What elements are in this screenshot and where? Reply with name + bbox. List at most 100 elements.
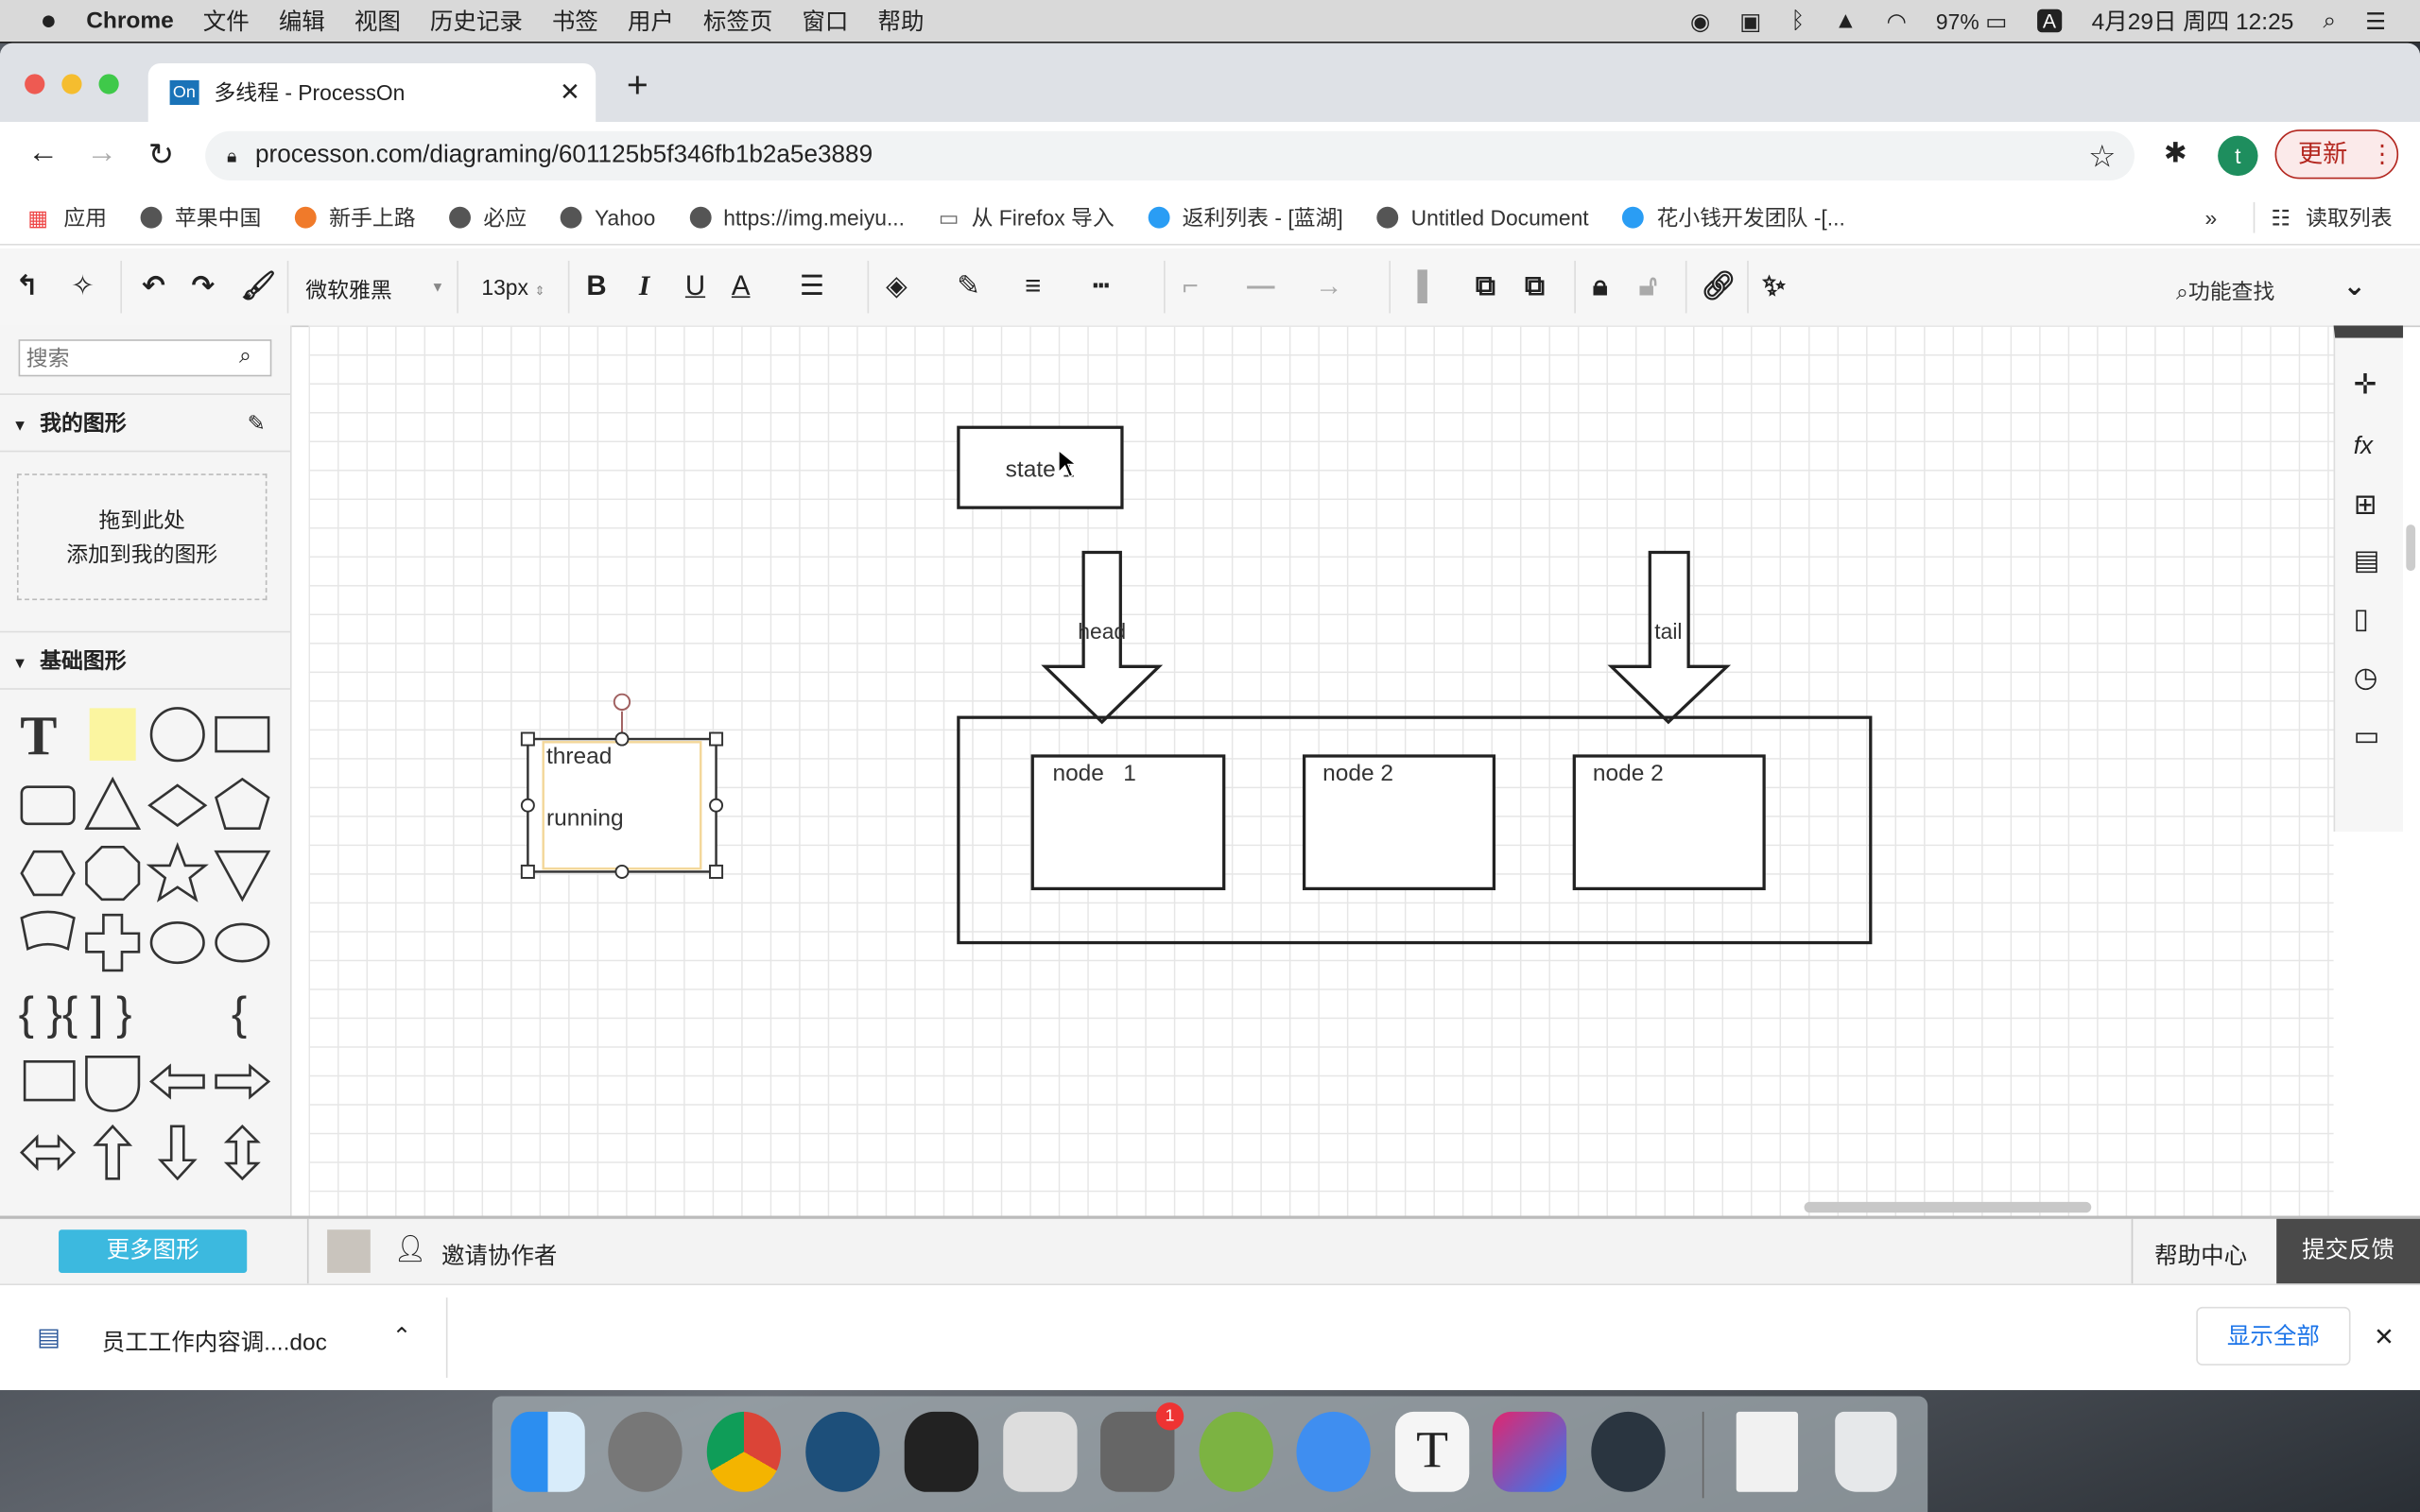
basic-shapes-grid[interactable]: T { }{ ] } {: [0, 696, 290, 1215]
bookmark-apps[interactable]: ▦ 应用: [27, 202, 107, 233]
update-button[interactable]: 更新 ⋮: [2274, 129, 2399, 180]
screen-icon[interactable]: ▣: [1739, 7, 1761, 35]
right-arrow-shape[interactable]: [215, 1063, 271, 1100]
align-icon[interactable]: ▐: [1408, 270, 1427, 302]
font-size-stepper[interactable]: 13px ⇕: [481, 275, 544, 300]
clock[interactable]: 4月29日 周四 12:25: [2092, 5, 2294, 37]
menu-view[interactable]: 视图: [354, 5, 401, 37]
bookmark-meiyu[interactable]: https://img.meiyu...: [689, 205, 905, 230]
bookmark-apple-china[interactable]: 苹果中国: [140, 202, 261, 233]
zoom-window-button[interactable]: [98, 74, 119, 94]
lock-icon[interactable]: 🔒︎: [1593, 270, 1608, 302]
banner-shape[interactable]: [20, 910, 76, 951]
extensions-icon[interactable]: ✱: [2164, 137, 2187, 169]
help-center-button[interactable]: 帮助中心: [2154, 1239, 2247, 1271]
line-width-icon[interactable]: ≡: [1025, 270, 1041, 302]
sourcetree-icon[interactable]: [805, 1411, 880, 1492]
octagon-shape[interactable]: [85, 846, 141, 902]
cloud-shape[interactable]: [149, 921, 205, 965]
rounded-rect-shape[interactable]: [20, 785, 76, 826]
script-editor-icon[interactable]: [1003, 1411, 1078, 1492]
add-user-icon[interactable]: 👤︎: [393, 1234, 426, 1265]
collapse-toolbar-icon[interactable]: ⌄: [2342, 270, 2366, 302]
down-arrow-shape[interactable]: [157, 1125, 198, 1181]
navigator-icon[interactable]: ✛: [2354, 369, 2377, 401]
double-arrow-shape[interactable]: [20, 1134, 77, 1172]
head-arrow[interactable]: head: [1041, 550, 1164, 725]
show-all-button[interactable]: 显示全部: [2196, 1306, 2351, 1366]
tab-active[interactable]: On 多线程 - ProcessOn ✕: [147, 62, 596, 122]
reading-list-button[interactable]: ☷ 读取列表: [2254, 201, 2393, 233]
my-shapes-drop-zone[interactable]: 拖到此处 添加到我的图形: [16, 473, 268, 601]
pentagon-shape[interactable]: [215, 777, 270, 831]
control-center-icon[interactable]: ☰: [2365, 7, 2386, 35]
invite-collaborator-button[interactable]: 邀请协作者: [441, 1239, 557, 1271]
more-shapes-button[interactable]: 更多图形: [59, 1229, 248, 1273]
history-icon[interactable]: ◷: [2354, 662, 2378, 694]
hexagon-shape[interactable]: [20, 850, 76, 897]
close-tab-icon[interactable]: ✕: [560, 77, 580, 109]
connector-type-icon[interactable]: ⌐: [1183, 270, 1199, 302]
circle-shape[interactable]: [149, 707, 205, 763]
bookmark-team[interactable]: 花小钱开发团队 -[...: [1622, 202, 1845, 233]
close-window-button[interactable]: [25, 74, 45, 94]
braces-shapes[interactable]: { }{ ] } {: [19, 988, 248, 1040]
formula-icon[interactable]: fx: [2354, 434, 2373, 461]
menu-help[interactable]: 帮助: [877, 5, 924, 37]
canvas-size-icon[interactable]: ⊞: [2354, 490, 2377, 522]
search-icon[interactable]: ⌕: [239, 342, 251, 369]
node-3[interactable]: node 2: [1572, 754, 1766, 891]
state-box[interactable]: state 1: [957, 425, 1124, 509]
node-1[interactable]: node 1: [1030, 754, 1226, 891]
fill-color-icon[interactable]: ◈: [886, 270, 908, 302]
spotlight-icon[interactable]: ⌕: [2323, 8, 2336, 34]
forward-icon[interactable]: →: [86, 136, 117, 172]
bookmark-firefox-import[interactable]: ▭ 从 Firefox 导入: [939, 202, 1115, 233]
menu-user[interactable]: 用户: [628, 5, 674, 37]
thread-box-selected[interactable]: thread running: [520, 693, 724, 879]
triangle-shape[interactable]: [84, 776, 142, 831]
edit-icon[interactable]: ✎: [248, 395, 266, 451]
diagram-canvas[interactable]: state 1 head tail node 1 node 2 node 2 t…: [308, 325, 2334, 1216]
android-studio-icon[interactable]: [1199, 1411, 1273, 1492]
menu-file[interactable]: 文件: [203, 5, 250, 37]
line-end-arrow-icon[interactable]: →: [1315, 270, 1342, 302]
send-to-back-icon[interactable]: ⧉: [1525, 270, 1545, 302]
reload-icon[interactable]: ↻: [148, 136, 174, 175]
font-family-select[interactable]: 微软雅黑 ▼: [305, 275, 444, 306]
back-to-home-icon[interactable]: ↰: [15, 270, 39, 302]
battery-icon[interactable]: ▭: [1985, 7, 2007, 35]
typora-icon[interactable]: T: [1394, 1411, 1470, 1492]
note-shape[interactable]: [89, 708, 136, 761]
menu-history[interactable]: 历史记录: [430, 5, 523, 37]
page-icon[interactable]: ▯: [2354, 603, 2369, 635]
profile-avatar[interactable]: t: [2218, 135, 2258, 177]
new-tab-button[interactable]: +: [627, 65, 648, 109]
vertical-double-arrow-shape[interactable]: [223, 1124, 261, 1181]
intellij-icon[interactable]: [1492, 1411, 1567, 1492]
doc-file-dock-icon[interactable]: [1736, 1411, 1799, 1492]
qq-icon[interactable]: [904, 1411, 979, 1492]
undo-icon[interactable]: ↶: [142, 270, 165, 302]
close-downloads-icon[interactable]: ✕: [2374, 1322, 2394, 1353]
wifi-icon[interactable]: ◠: [1887, 7, 1907, 35]
feedback-button[interactable]: 提交反馈: [2276, 1218, 2420, 1284]
text-shape[interactable]: T: [20, 705, 57, 766]
bluetooth-icon[interactable]: ᛒ: [1790, 8, 1805, 34]
bring-to-front-icon[interactable]: ⧉: [1476, 270, 1495, 302]
underline-icon[interactable]: U: [685, 270, 705, 302]
unlock-icon[interactable]: 🔓︎: [1639, 270, 1657, 302]
speech-bubble-shape[interactable]: [215, 922, 270, 963]
feature-search-button[interactable]: ⌕功能查找: [2176, 276, 2274, 307]
trash-icon[interactable]: [1835, 1411, 1897, 1492]
format-painter-icon[interactable]: 🖌︎: [241, 270, 276, 302]
more-menu-icon[interactable]: ⋮: [2370, 142, 2394, 168]
text-align-icon[interactable]: ☰: [800, 270, 824, 302]
my-shapes-header[interactable]: ▼ 我的图形 ✎: [0, 393, 290, 453]
up-arrow-shape[interactable]: [93, 1124, 133, 1180]
input-source-icon[interactable]: A: [2036, 9, 2063, 33]
download-item[interactable]: 员工工作内容调....doc: [102, 1325, 327, 1357]
bookmark-star-icon[interactable]: ☆: [2088, 136, 2116, 175]
back-icon[interactable]: ←: [27, 136, 59, 172]
magic-wand-icon[interactable]: ✨︎: [1762, 270, 1785, 302]
